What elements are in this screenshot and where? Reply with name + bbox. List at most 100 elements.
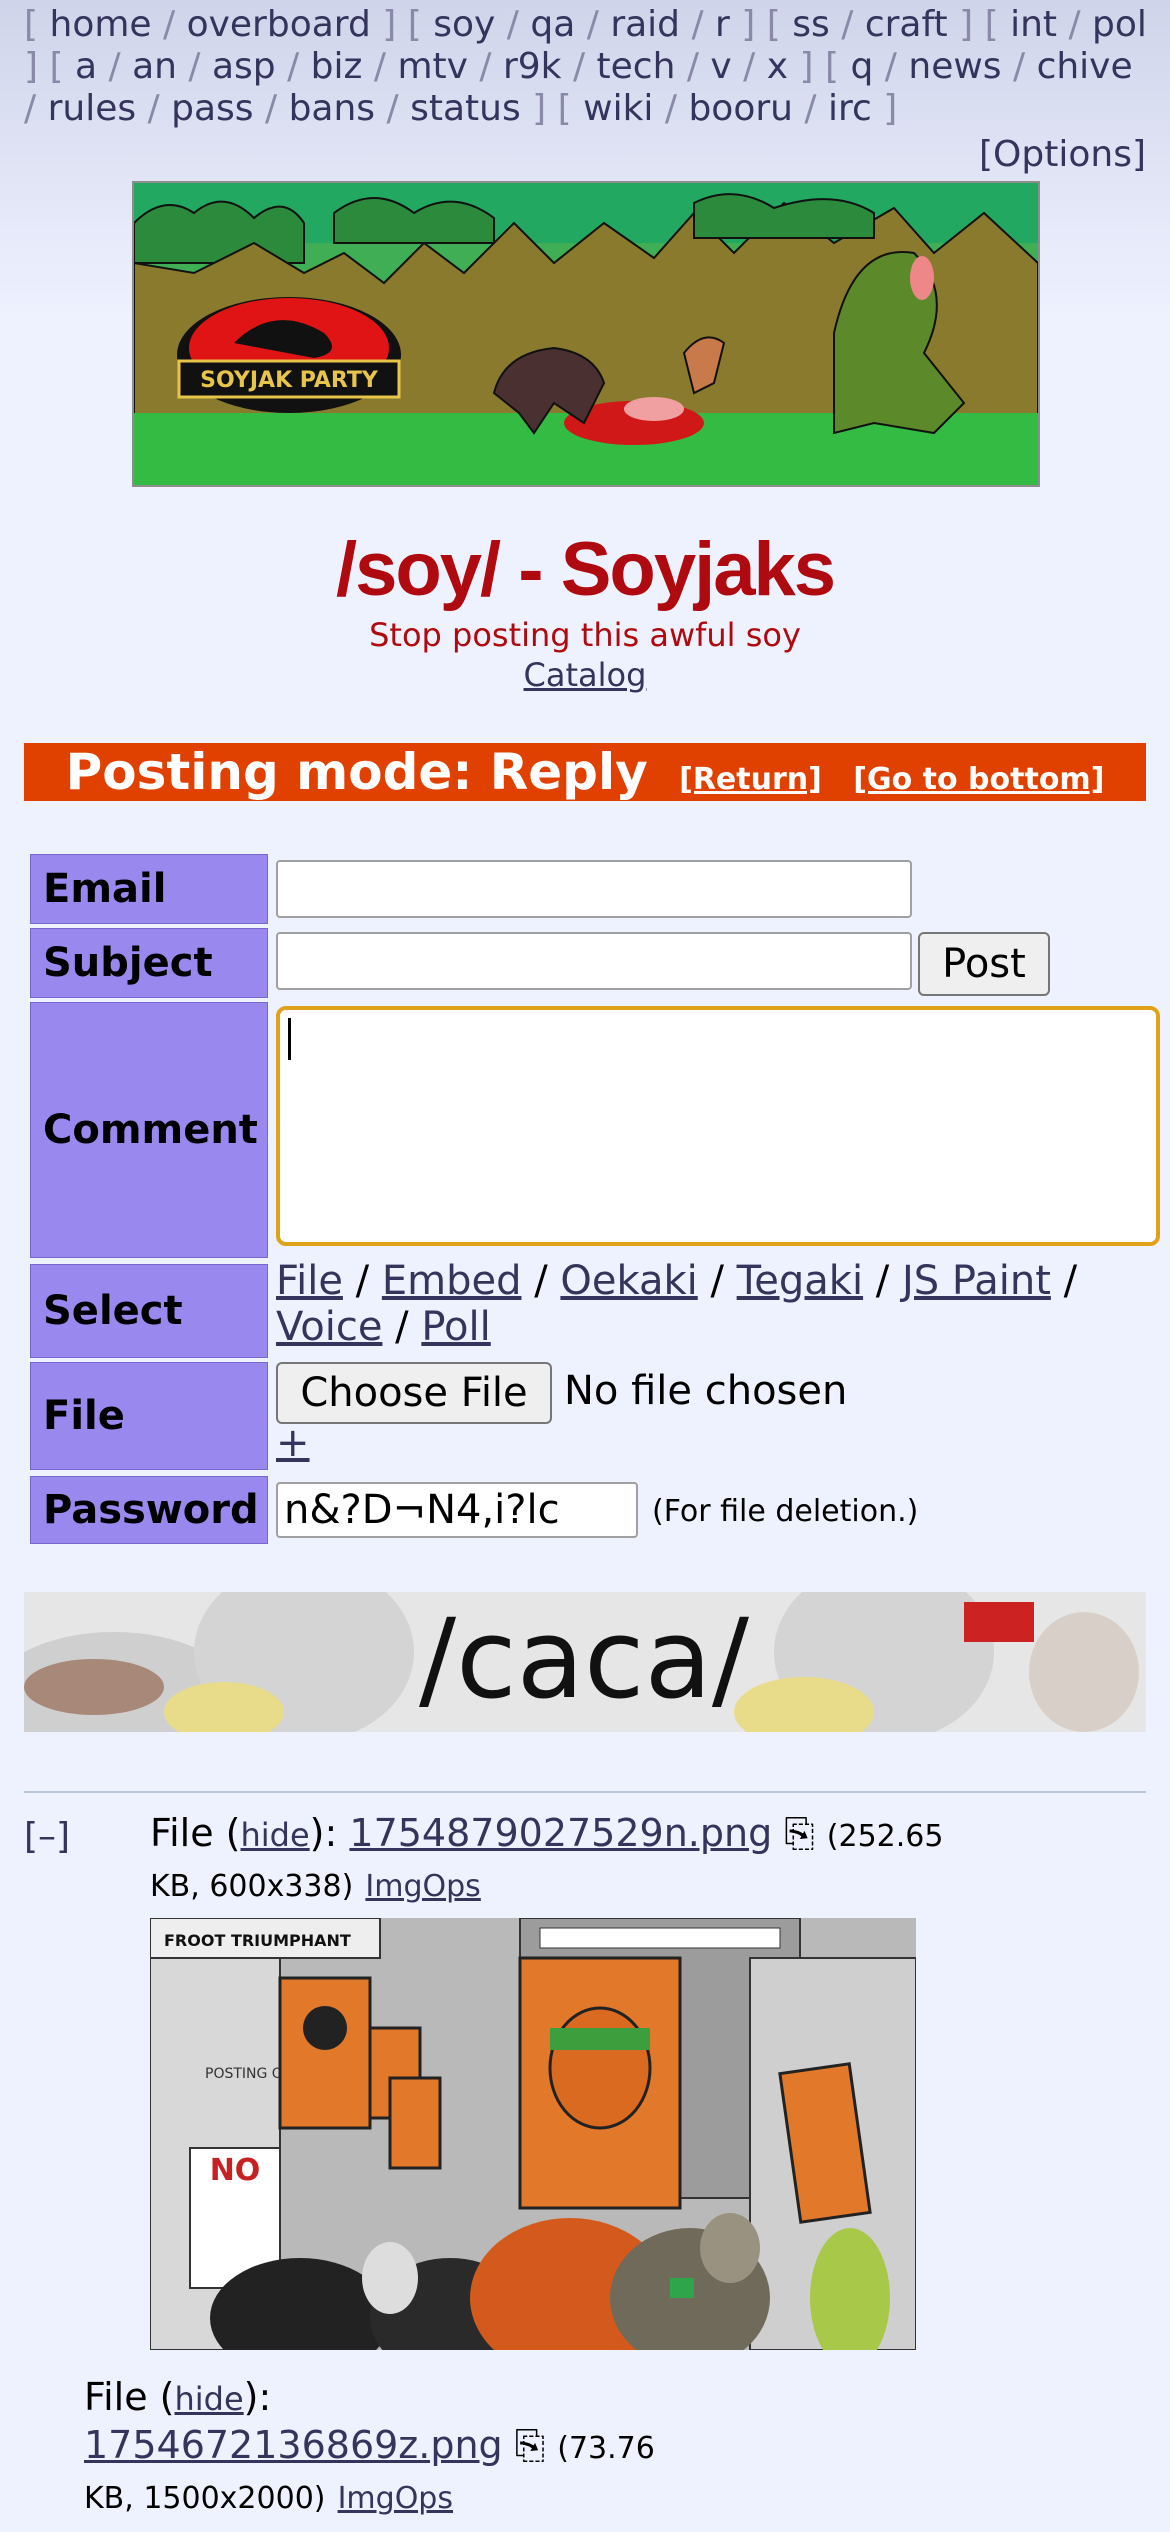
- select-options: File / Embed / Oekaki / Tegaki / JS Pain…: [276, 1258, 1078, 1350]
- add-file-link[interactable]: +: [276, 1420, 310, 1466]
- file-info-1: File (hide): 1754879027529n.png ⎘ (252.6…: [150, 1810, 1030, 1910]
- nav-link-chive[interactable]: chive: [1037, 46, 1133, 87]
- select-voice-link[interactable]: Voice: [276, 1304, 382, 1350]
- nav-link-bans[interactable]: bans: [289, 88, 375, 129]
- post-button[interactable]: Post: [918, 932, 1050, 996]
- posting-mode-bar: Posting mode: Reply [Return] [Go to bott…: [24, 743, 1146, 801]
- nav-separator: /: [176, 46, 212, 87]
- select-poll-link[interactable]: Poll: [421, 1304, 490, 1350]
- nav-link-v[interactable]: v: [710, 46, 731, 87]
- nav-link-rules[interactable]: rules: [48, 88, 137, 129]
- nav-link-r9k[interactable]: r9k: [503, 46, 562, 87]
- options-link[interactable]: [Options]: [979, 134, 1146, 175]
- nav-link-tech[interactable]: tech: [597, 46, 676, 87]
- nav-link-mtv[interactable]: mtv: [397, 46, 468, 87]
- comment-textarea[interactable]: [276, 1006, 1160, 1246]
- password-field[interactable]: n&?D¬N4,i?lc: [276, 1482, 638, 1538]
- nav-link-asp[interactable]: asp: [212, 46, 276, 87]
- nav-link-status[interactable]: status: [410, 88, 521, 129]
- file-size-b: KB, 600x338): [150, 1869, 354, 1904]
- catalog-link[interactable]: Catalog: [524, 656, 647, 694]
- go-to-bottom-link[interactable]: [Go to bottom]: [853, 762, 1104, 797]
- nav-bracket: ]: [370, 4, 408, 45]
- file-name-link[interactable]: 1754879027529n.png: [349, 1811, 772, 1855]
- file-label-text: File (: [150, 1811, 241, 1855]
- file-label-suffix: ):: [243, 2375, 272, 2419]
- nav-link-news[interactable]: news: [908, 46, 1001, 87]
- nav-link-x[interactable]: x: [767, 46, 788, 87]
- subject-field[interactable]: [276, 932, 912, 990]
- nav-link-irc[interactable]: irc: [828, 88, 872, 129]
- nav-bracket: [: [766, 4, 793, 45]
- nav-link-an[interactable]: an: [132, 46, 177, 87]
- board-title: /soy/ - Soyjaks: [335, 527, 836, 612]
- svg-text:NO: NO: [210, 2153, 261, 2188]
- nav-separator: /: [653, 88, 689, 129]
- nav-bracket: ]: [947, 4, 985, 45]
- return-link[interactable]: [Return]: [679, 762, 822, 797]
- nav-link-home[interactable]: home: [50, 4, 152, 45]
- nav-link-qa[interactable]: qa: [530, 4, 575, 45]
- file-size-a: (252.65: [826, 1819, 944, 1854]
- nav-separator: /: [792, 88, 828, 129]
- nav-link-wiki[interactable]: wiki: [583, 88, 653, 129]
- nav-separator: /: [675, 46, 711, 87]
- download-icon[interactable]: ⎘: [515, 2423, 545, 2467]
- nav-link-a[interactable]: a: [75, 46, 97, 87]
- board-banner[interactable]: SOYJAK PARTY: [132, 181, 1040, 487]
- nav-separator: /: [151, 4, 187, 45]
- download-icon[interactable]: ⎘: [784, 1811, 814, 1855]
- imgops-link[interactable]: ImgOps: [338, 2481, 453, 2516]
- board-nav: [ home / overboard ] [ soy / qa / raid /…: [24, 4, 1154, 130]
- choose-file-button[interactable]: Choose File: [276, 1362, 552, 1424]
- nav-link-overboard[interactable]: overboard: [187, 4, 371, 45]
- nav-link-r[interactable]: r: [715, 4, 730, 45]
- nav-link-soy[interactable]: soy: [433, 4, 495, 45]
- select-tegaki-link[interactable]: Tegaki: [737, 1258, 863, 1304]
- nav-link-raid[interactable]: raid: [610, 4, 680, 45]
- nav-link-pass[interactable]: pass: [171, 88, 253, 129]
- nav-bracket: [: [407, 4, 434, 45]
- nav-link-booru[interactable]: booru: [688, 88, 793, 129]
- subject-label: Subject: [30, 928, 268, 998]
- svg-text:FROOT TRIUMPHANT: FROOT TRIUMPHANT: [164, 1931, 351, 1950]
- file-label: File: [30, 1362, 268, 1470]
- nav-bracket: ]: [788, 46, 825, 87]
- nav-separator: /: [731, 46, 767, 87]
- post-image-thumbnail[interactable]: FROOT TRIUMPHANT POSTING OFFICE NO: [150, 1918, 916, 2350]
- collapse-post-button[interactable]: [–]: [24, 1816, 70, 1857]
- nav-separator: /: [467, 46, 503, 87]
- nav-link-craft[interactable]: craft: [865, 4, 948, 45]
- nav-separator: /: [829, 4, 865, 45]
- nav-separator: /: [136, 88, 172, 129]
- hide-file-link[interactable]: hide: [241, 1816, 310, 1854]
- file-name-link[interactable]: 1754672136869z.png: [84, 2423, 503, 2467]
- nav-link-biz[interactable]: biz: [311, 46, 363, 87]
- select-file-link[interactable]: File: [276, 1258, 343, 1304]
- file-size-a: (73.76: [557, 2431, 655, 2466]
- select-label: Select: [30, 1264, 268, 1358]
- select-embed-link[interactable]: Embed: [382, 1258, 522, 1304]
- imgops-link[interactable]: ImgOps: [365, 1869, 480, 1904]
- nav-bracket: [: [984, 4, 1011, 45]
- comment-label: Comment: [30, 1002, 268, 1258]
- nav-bracket: ]: [24, 46, 50, 87]
- nav-link-q[interactable]: q: [851, 46, 874, 87]
- nav-separator: /: [253, 88, 289, 129]
- nav-link-pol[interactable]: pol: [1092, 4, 1147, 45]
- select-jspaint-link[interactable]: JS Paint: [902, 1258, 1051, 1304]
- hide-file-link[interactable]: hide: [175, 2380, 244, 2418]
- email-field[interactable]: [276, 860, 912, 918]
- file-size-b: KB, 1500x2000): [84, 2481, 326, 2516]
- posting-mode-text: Posting mode: Reply: [65, 743, 648, 801]
- banner-logo-text: SOYJAK PARTY: [200, 368, 379, 393]
- password-note: (For file deletion.): [652, 1494, 919, 1529]
- ad-text: /caca/: [419, 1595, 750, 1723]
- nav-link-ss[interactable]: ss: [792, 4, 830, 45]
- ad-banner[interactable]: /caca/: [24, 1592, 1146, 1732]
- nav-separator: /: [680, 4, 716, 45]
- select-oekaki-link[interactable]: Oekaki: [560, 1258, 697, 1304]
- nav-link-int[interactable]: int: [1010, 4, 1057, 45]
- nav-bracket: ]: [729, 4, 767, 45]
- board-subtitle: Stop posting this awful soy: [369, 616, 801, 654]
